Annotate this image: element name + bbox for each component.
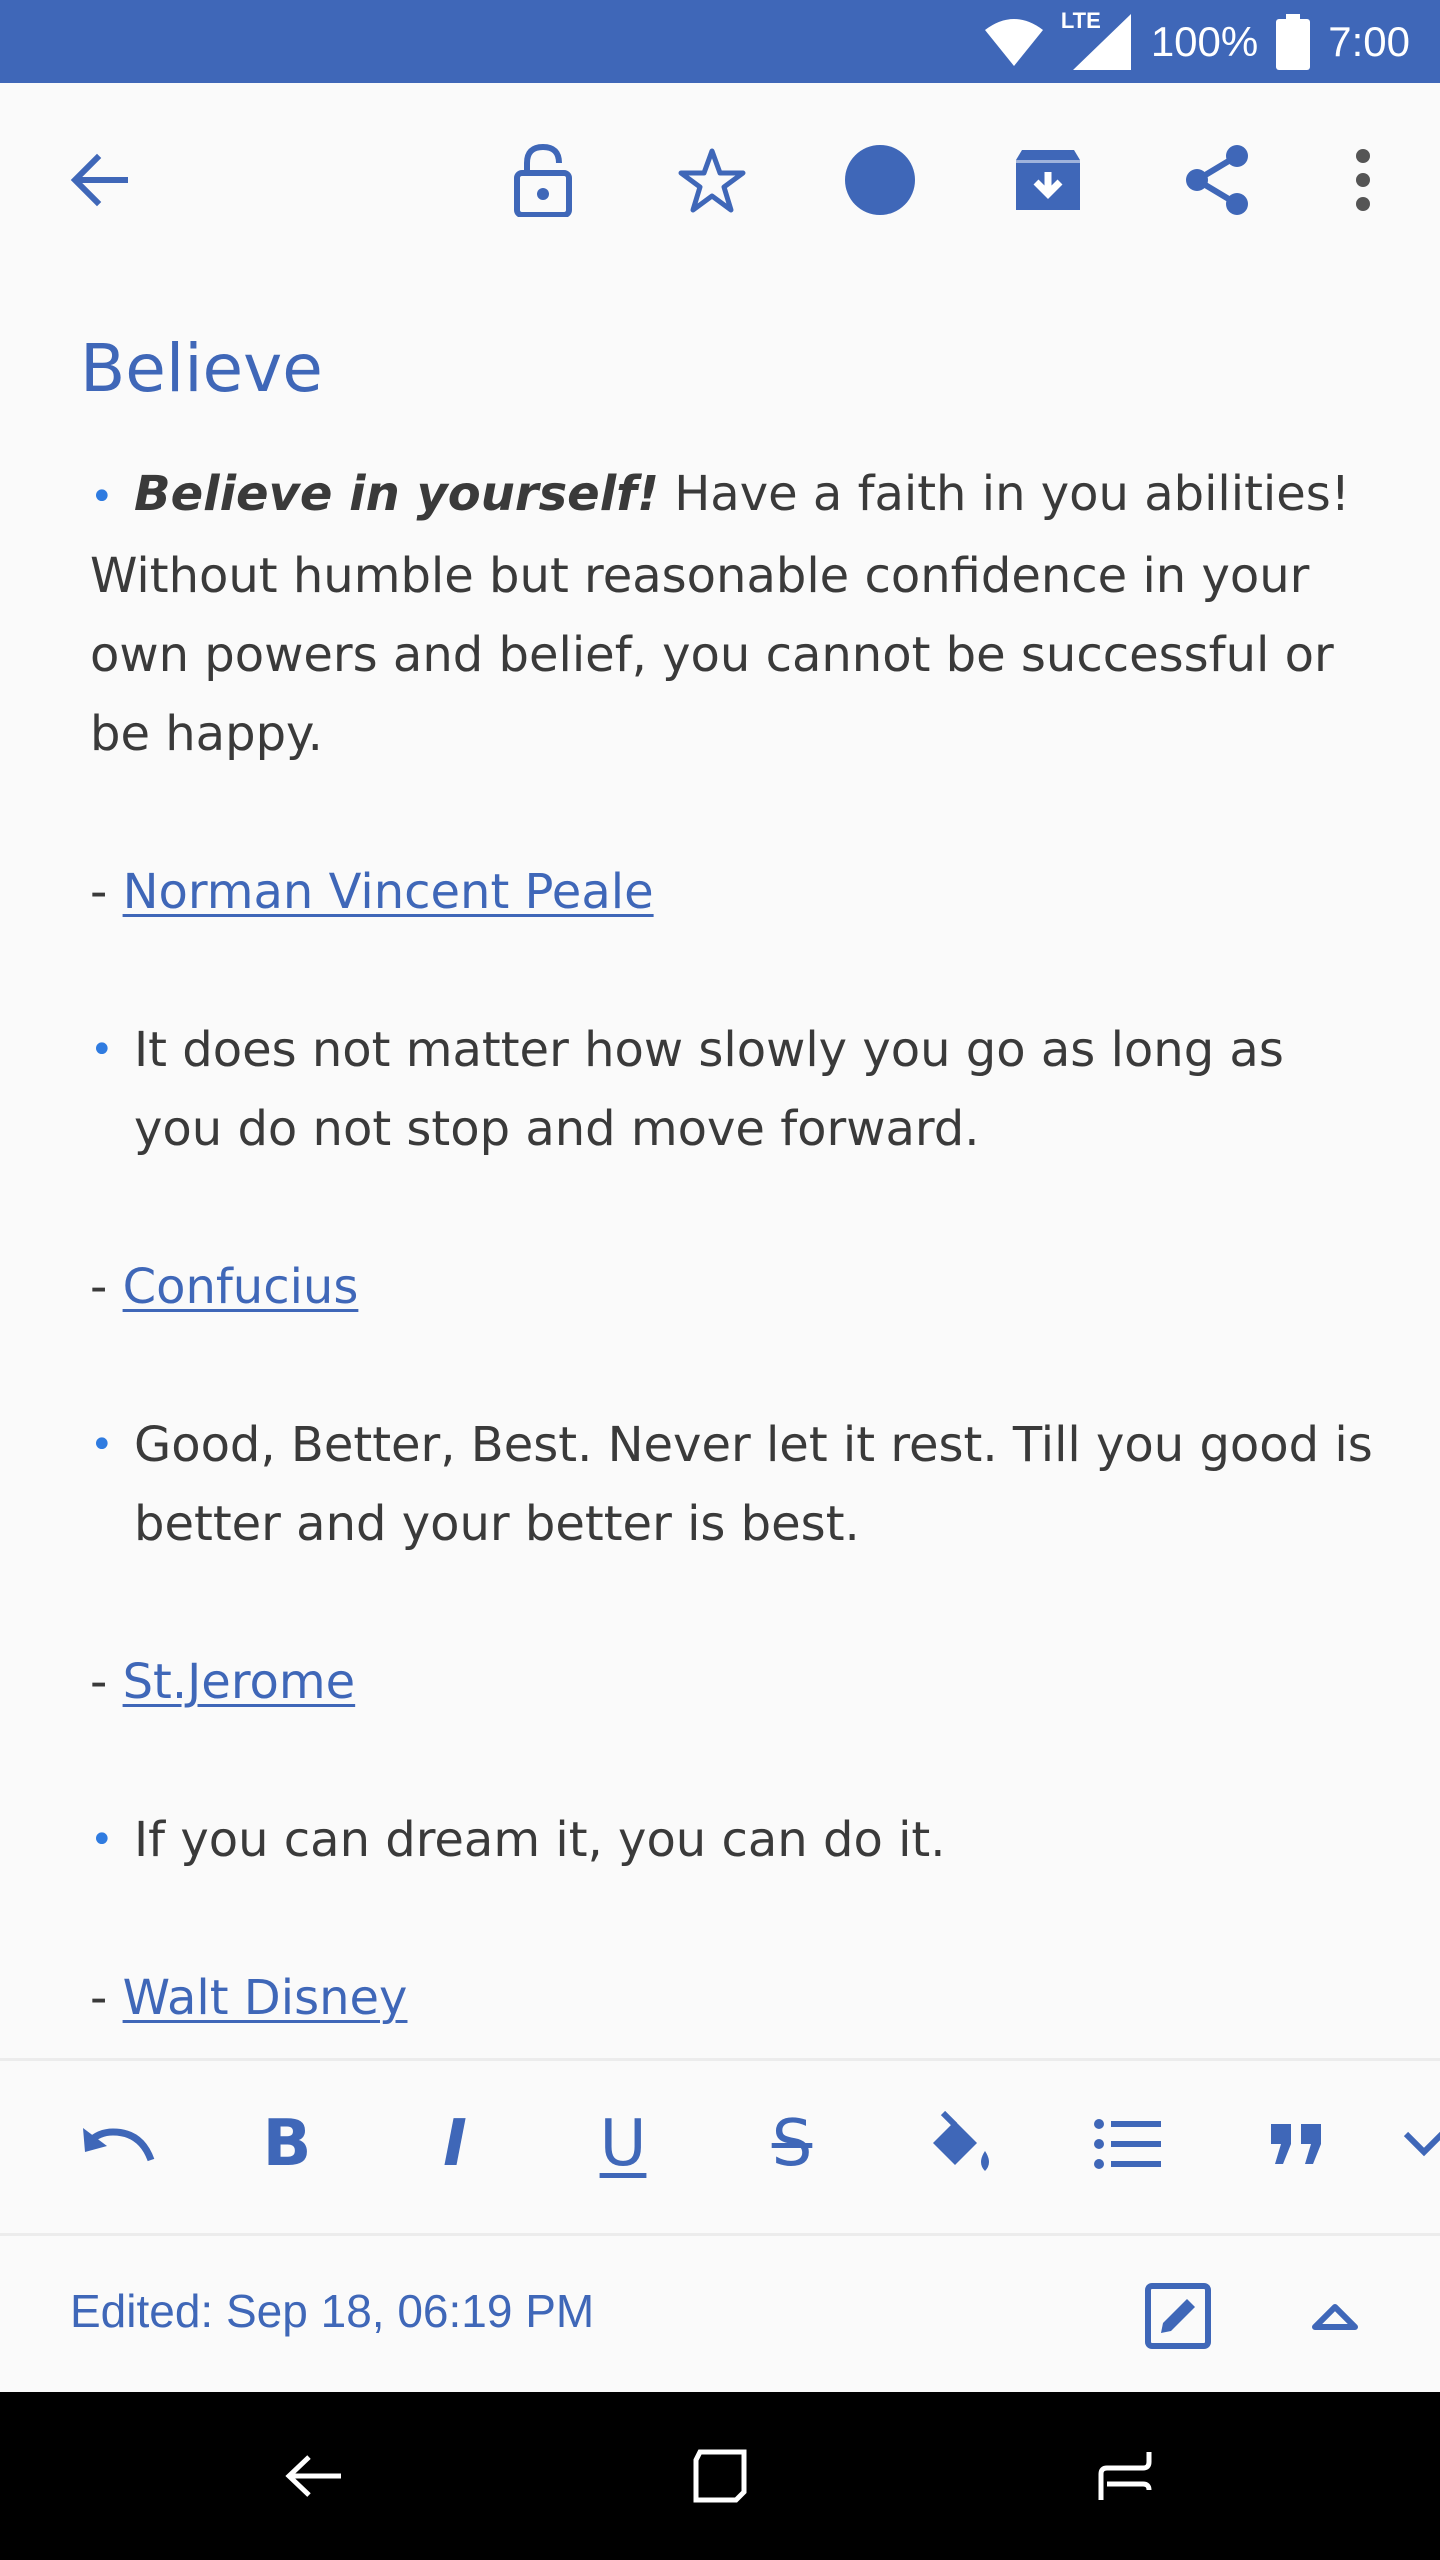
nav-home-button[interactable] bbox=[670, 2426, 770, 2526]
bullet-list-icon bbox=[1094, 2119, 1161, 2169]
color-button[interactable] bbox=[825, 125, 935, 235]
quote-icon bbox=[1271, 2124, 1321, 2164]
list-item: • Good, Better, Best. Never let it rest.… bbox=[90, 1406, 1380, 1564]
system-nav-bar bbox=[0, 2392, 1440, 2560]
chevron-icon bbox=[1403, 2131, 1440, 2157]
clock: 7:00 bbox=[1328, 17, 1410, 65]
attribution: - St.Jerome bbox=[90, 1643, 1380, 1722]
bullet-list-button[interactable] bbox=[1073, 2089, 1183, 2199]
list-item: • It does not matter how slowly you go a… bbox=[90, 1011, 1380, 1169]
italic-button[interactable]: I bbox=[400, 2089, 510, 2199]
status-bar: LTE 100% 7:00 bbox=[0, 0, 1440, 83]
battery-percent: 100% bbox=[1150, 17, 1259, 65]
author-link[interactable]: Confucius bbox=[123, 1259, 359, 1315]
color-dot-icon bbox=[845, 145, 915, 215]
edit-mode-button[interactable] bbox=[1128, 2266, 1228, 2366]
bullet-icon: • bbox=[90, 1817, 114, 1863]
strikethrough-icon: S bbox=[771, 2107, 813, 2181]
more-button[interactable] bbox=[1308, 125, 1418, 235]
nav-back-icon bbox=[285, 2455, 341, 2497]
fill-color-icon bbox=[933, 2111, 989, 2171]
archive-button[interactable] bbox=[993, 125, 1103, 235]
attribution: - Norman Vincent Peale bbox=[90, 853, 1380, 932]
bullet-icon: • bbox=[90, 1422, 114, 1468]
lock-button[interactable] bbox=[488, 125, 598, 235]
list-item-text: It does not matter how slowly you go as … bbox=[134, 1022, 1284, 1157]
lock-open-icon bbox=[514, 143, 572, 217]
chevron-up-icon bbox=[1312, 2304, 1358, 2330]
author-link[interactable]: Norman Vincent Peale bbox=[123, 864, 654, 920]
list-item-text: Good, Better, Best. Never let it rest. T… bbox=[134, 1417, 1373, 1552]
fill-color-button[interactable] bbox=[905, 2089, 1015, 2199]
status-icons: LTE 100% 7:00 bbox=[983, 0, 1410, 83]
note-toolbar bbox=[0, 83, 1440, 283]
share-button[interactable] bbox=[1162, 125, 1272, 235]
expand-button[interactable] bbox=[1285, 2266, 1385, 2366]
list-item-text: If you can dream it, you can do it. bbox=[134, 1812, 946, 1868]
nav-home-icon bbox=[693, 2449, 747, 2503]
attribution-prefix: - bbox=[90, 1654, 123, 1710]
share-icon bbox=[1186, 145, 1248, 215]
attribution: - Walt Disney bbox=[90, 1959, 1380, 2038]
underline-button[interactable]: U bbox=[568, 2089, 678, 2199]
archive-icon bbox=[1016, 150, 1080, 210]
back-button[interactable] bbox=[44, 125, 154, 235]
undo-button[interactable] bbox=[64, 2089, 174, 2199]
battery-icon bbox=[1276, 13, 1311, 70]
note-footer: Edited: Sep 18, 06:19 PM bbox=[0, 2236, 1440, 2392]
attribution: - Confucius bbox=[90, 1248, 1380, 1327]
italic-icon: I bbox=[443, 2107, 467, 2181]
attribution-prefix: - bbox=[90, 1259, 123, 1315]
edited-timestamp: Edited: Sep 18, 06:19 PM bbox=[70, 2285, 595, 2337]
note-title[interactable]: Believe bbox=[80, 330, 323, 407]
nav-recents-button[interactable] bbox=[1075, 2426, 1175, 2526]
attribution-prefix: - bbox=[90, 1970, 123, 2026]
star-outline-icon bbox=[678, 148, 746, 213]
bullet-icon: • bbox=[90, 1027, 114, 1073]
more-formats-button[interactable] bbox=[1402, 2089, 1440, 2199]
bold-button[interactable]: B bbox=[232, 2089, 342, 2199]
bullet-icon: • bbox=[90, 474, 114, 520]
favorite-button[interactable] bbox=[657, 125, 767, 235]
note-body[interactable]: • Believe in yourself! Have a faith in yo… bbox=[90, 455, 1380, 2038]
lte-signal-icon: LTE bbox=[1061, 8, 1133, 72]
nav-back-button[interactable] bbox=[265, 2426, 365, 2526]
quote-button[interactable] bbox=[1242, 2089, 1352, 2199]
format-toolbar: B I U S bbox=[0, 2058, 1440, 2236]
underline-icon: U bbox=[599, 2107, 647, 2181]
more-vert-icon bbox=[1356, 149, 1370, 211]
network-label: LTE bbox=[1060, 7, 1101, 33]
back-arrow-icon bbox=[70, 153, 128, 207]
strikethrough-button[interactable]: S bbox=[737, 2089, 847, 2199]
list-item: • Believe in yourself! Have a faith in yo… bbox=[90, 455, 1380, 774]
attribution-prefix: - bbox=[90, 864, 123, 920]
emphasis-text: Believe in yourself! bbox=[134, 466, 659, 522]
bold-icon: B bbox=[262, 2107, 312, 2181]
undo-icon bbox=[83, 2128, 155, 2162]
list-item: • If you can dream it, you can do it. bbox=[90, 1801, 1380, 1880]
wifi-icon bbox=[984, 18, 1043, 66]
author-link[interactable]: St.Jerome bbox=[123, 1654, 356, 1710]
author-link[interactable]: Walt Disney bbox=[123, 1970, 408, 2026]
edit-icon bbox=[1145, 2283, 1211, 2349]
nav-recents-icon bbox=[1098, 2452, 1152, 2500]
